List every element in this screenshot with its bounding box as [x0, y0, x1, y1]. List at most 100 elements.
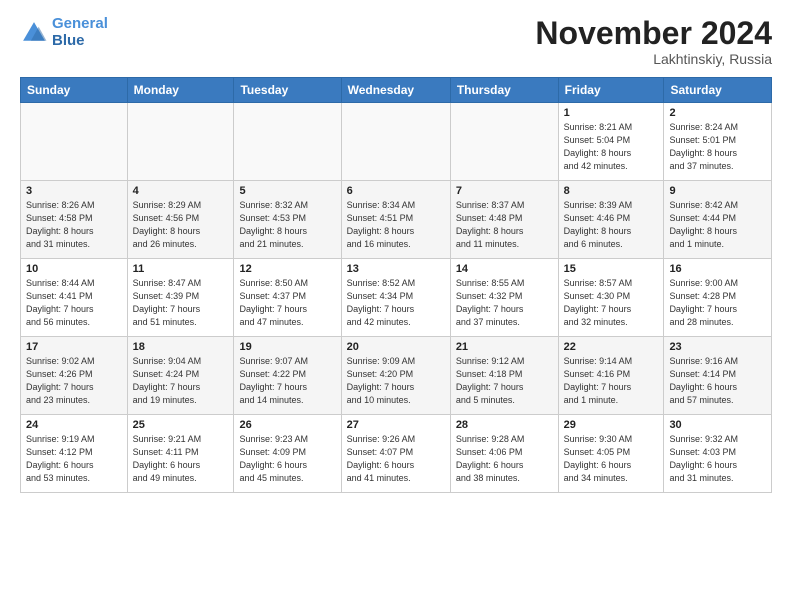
- calendar-cell: 14 Sunrise: 8:55 AM Sunset: 4:32 PM Dayli…: [450, 259, 558, 337]
- day-number: 5: [239, 185, 335, 197]
- calendar-cell: 12 Sunrise: 8:50 AM Sunset: 4:37 PM Dayli…: [234, 259, 341, 337]
- calendar-cell: [234, 103, 341, 181]
- calendar-week-row: 1Sunrise: 8:21 AM Sunset: 5:04 PM Daylig…: [21, 103, 772, 181]
- page: General Blue November 2024 Lakhtinskiy, …: [0, 0, 792, 612]
- calendar-cell: 26 Sunrise: 9:23 AM Sunset: 4:09 PM Dayli…: [234, 415, 341, 493]
- calendar-cell: 9 Sunrise: 8:42 AM Sunset: 4:44 PM Daylig…: [664, 181, 772, 259]
- calendar-week-row: 24 Sunrise: 9:19 AM Sunset: 4:12 PM Dayli…: [21, 415, 772, 493]
- day-number: 13: [347, 263, 445, 275]
- logo-text: General Blue: [52, 16, 108, 49]
- calendar-header-row: SundayMondayTuesdayWednesdayThursdayFrid…: [21, 78, 772, 103]
- day-info: Sunrise: 8:34 AM Sunset: 4:51 PM Dayligh…: [347, 199, 445, 251]
- calendar-cell: [21, 103, 128, 181]
- calendar-cell: 6Sunrise: 8:34 AM Sunset: 4:51 PM Daylig…: [341, 181, 450, 259]
- weekday-header: Friday: [558, 78, 664, 103]
- calendar-cell: 17 Sunrise: 9:02 AM Sunset: 4:26 PM Dayli…: [21, 337, 128, 415]
- day-number: 25: [133, 419, 229, 431]
- calendar-cell: 24 Sunrise: 9:19 AM Sunset: 4:12 PM Dayli…: [21, 415, 128, 493]
- month-title: November 2024: [535, 16, 772, 51]
- calendar-cell: 28 Sunrise: 9:28 AM Sunset: 4:06 PM Dayli…: [450, 415, 558, 493]
- calendar-cell: 18Sunrise: 9:04 AM Sunset: 4:24 PM Dayli…: [127, 337, 234, 415]
- day-info: Sunrise: 9:30 AM Sunset: 4:05 PM Dayligh…: [564, 433, 659, 485]
- day-number: 24: [26, 419, 122, 431]
- calendar-cell: 2 Sunrise: 8:24 AM Sunset: 5:01 PM Daylig…: [664, 103, 772, 181]
- calendar-cell: [127, 103, 234, 181]
- calendar-cell: 4 Sunrise: 8:29 AM Sunset: 4:56 PM Daylig…: [127, 181, 234, 259]
- day-number: 17: [26, 341, 122, 353]
- weekday-header: Saturday: [664, 78, 772, 103]
- day-number: 29: [564, 419, 659, 431]
- day-info: Sunrise: 8:39 AM Sunset: 4:46 PM Dayligh…: [564, 199, 659, 251]
- calendar-cell: 25Sunrise: 9:21 AM Sunset: 4:11 PM Dayli…: [127, 415, 234, 493]
- calendar-cell: 16Sunrise: 9:00 AM Sunset: 4:28 PM Dayli…: [664, 259, 772, 337]
- day-number: 22: [564, 341, 659, 353]
- day-info: Sunrise: 8:24 AM Sunset: 5:01 PM Dayligh…: [669, 121, 766, 173]
- day-info: Sunrise: 8:44 AM Sunset: 4:41 PM Dayligh…: [26, 277, 122, 329]
- day-number: 14: [456, 263, 553, 275]
- weekday-header: Tuesday: [234, 78, 341, 103]
- day-info: Sunrise: 9:09 AM Sunset: 4:20 PM Dayligh…: [347, 355, 445, 407]
- day-number: 8: [564, 185, 659, 197]
- day-number: 30: [669, 419, 766, 431]
- day-number: 15: [564, 263, 659, 275]
- day-info: Sunrise: 8:42 AM Sunset: 4:44 PM Dayligh…: [669, 199, 766, 251]
- day-info: Sunrise: 9:07 AM Sunset: 4:22 PM Dayligh…: [239, 355, 335, 407]
- calendar-cell: 3 Sunrise: 8:26 AM Sunset: 4:58 PM Daylig…: [21, 181, 128, 259]
- calendar-table: SundayMondayTuesdayWednesdayThursdayFrid…: [20, 77, 772, 493]
- day-number: 3: [26, 185, 122, 197]
- location: Lakhtinskiy, Russia: [535, 51, 772, 67]
- day-number: 27: [347, 419, 445, 431]
- calendar-cell: [341, 103, 450, 181]
- calendar-cell: 30Sunrise: 9:32 AM Sunset: 4:03 PM Dayli…: [664, 415, 772, 493]
- day-number: 26: [239, 419, 335, 431]
- logo: General Blue: [20, 16, 108, 49]
- weekday-header: Wednesday: [341, 78, 450, 103]
- day-number: 12: [239, 263, 335, 275]
- calendar-cell: 15 Sunrise: 8:57 AM Sunset: 4:30 PM Dayli…: [558, 259, 664, 337]
- day-number: 21: [456, 341, 553, 353]
- calendar-cell: 1Sunrise: 8:21 AM Sunset: 5:04 PM Daylig…: [558, 103, 664, 181]
- day-info: Sunrise: 9:19 AM Sunset: 4:12 PM Dayligh…: [26, 433, 122, 485]
- day-number: 28: [456, 419, 553, 431]
- day-info: Sunrise: 9:02 AM Sunset: 4:26 PM Dayligh…: [26, 355, 122, 407]
- calendar-week-row: 10Sunrise: 8:44 AM Sunset: 4:41 PM Dayli…: [21, 259, 772, 337]
- calendar-week-row: 17 Sunrise: 9:02 AM Sunset: 4:26 PM Dayli…: [21, 337, 772, 415]
- day-info: Sunrise: 9:04 AM Sunset: 4:24 PM Dayligh…: [133, 355, 229, 407]
- calendar-cell: 20Sunrise: 9:09 AM Sunset: 4:20 PM Dayli…: [341, 337, 450, 415]
- day-info: Sunrise: 8:21 AM Sunset: 5:04 PM Dayligh…: [564, 121, 659, 173]
- day-info: Sunrise: 8:57 AM Sunset: 4:30 PM Dayligh…: [564, 277, 659, 329]
- day-number: 9: [669, 185, 766, 197]
- day-info: Sunrise: 9:16 AM Sunset: 4:14 PM Dayligh…: [669, 355, 766, 407]
- day-info: Sunrise: 8:52 AM Sunset: 4:34 PM Dayligh…: [347, 277, 445, 329]
- calendar-cell: 13 Sunrise: 8:52 AM Sunset: 4:34 PM Dayli…: [341, 259, 450, 337]
- weekday-header: Sunday: [21, 78, 128, 103]
- weekday-header: Thursday: [450, 78, 558, 103]
- calendar-cell: 21Sunrise: 9:12 AM Sunset: 4:18 PM Dayli…: [450, 337, 558, 415]
- day-info: Sunrise: 9:14 AM Sunset: 4:16 PM Dayligh…: [564, 355, 659, 407]
- calendar-cell: 10Sunrise: 8:44 AM Sunset: 4:41 PM Dayli…: [21, 259, 128, 337]
- calendar-cell: 27 Sunrise: 9:26 AM Sunset: 4:07 PM Dayli…: [341, 415, 450, 493]
- day-number: 16: [669, 263, 766, 275]
- calendar-cell: 29 Sunrise: 9:30 AM Sunset: 4:05 PM Dayli…: [558, 415, 664, 493]
- calendar-cell: 8 Sunrise: 8:39 AM Sunset: 4:46 PM Daylig…: [558, 181, 664, 259]
- day-info: Sunrise: 8:55 AM Sunset: 4:32 PM Dayligh…: [456, 277, 553, 329]
- day-number: 4: [133, 185, 229, 197]
- title-block: November 2024 Lakhtinskiy, Russia: [535, 16, 772, 67]
- day-info: Sunrise: 8:26 AM Sunset: 4:58 PM Dayligh…: [26, 199, 122, 251]
- day-info: Sunrise: 8:50 AM Sunset: 4:37 PM Dayligh…: [239, 277, 335, 329]
- day-number: 2: [669, 107, 766, 119]
- calendar-cell: 11 Sunrise: 8:47 AM Sunset: 4:39 PM Dayli…: [127, 259, 234, 337]
- day-info: Sunrise: 9:28 AM Sunset: 4:06 PM Dayligh…: [456, 433, 553, 485]
- day-info: Sunrise: 8:47 AM Sunset: 4:39 PM Dayligh…: [133, 277, 229, 329]
- calendar-cell: 19Sunrise: 9:07 AM Sunset: 4:22 PM Dayli…: [234, 337, 341, 415]
- day-number: 11: [133, 263, 229, 275]
- day-number: 23: [669, 341, 766, 353]
- day-info: Sunrise: 8:37 AM Sunset: 4:48 PM Dayligh…: [456, 199, 553, 251]
- calendar-cell: 7Sunrise: 8:37 AM Sunset: 4:48 PM Daylig…: [450, 181, 558, 259]
- day-info: Sunrise: 9:26 AM Sunset: 4:07 PM Dayligh…: [347, 433, 445, 485]
- calendar-cell: 5Sunrise: 8:32 AM Sunset: 4:53 PM Daylig…: [234, 181, 341, 259]
- weekday-header: Monday: [127, 78, 234, 103]
- calendar-cell: 23 Sunrise: 9:16 AM Sunset: 4:14 PM Dayli…: [664, 337, 772, 415]
- day-info: Sunrise: 9:23 AM Sunset: 4:09 PM Dayligh…: [239, 433, 335, 485]
- day-info: Sunrise: 8:29 AM Sunset: 4:56 PM Dayligh…: [133, 199, 229, 251]
